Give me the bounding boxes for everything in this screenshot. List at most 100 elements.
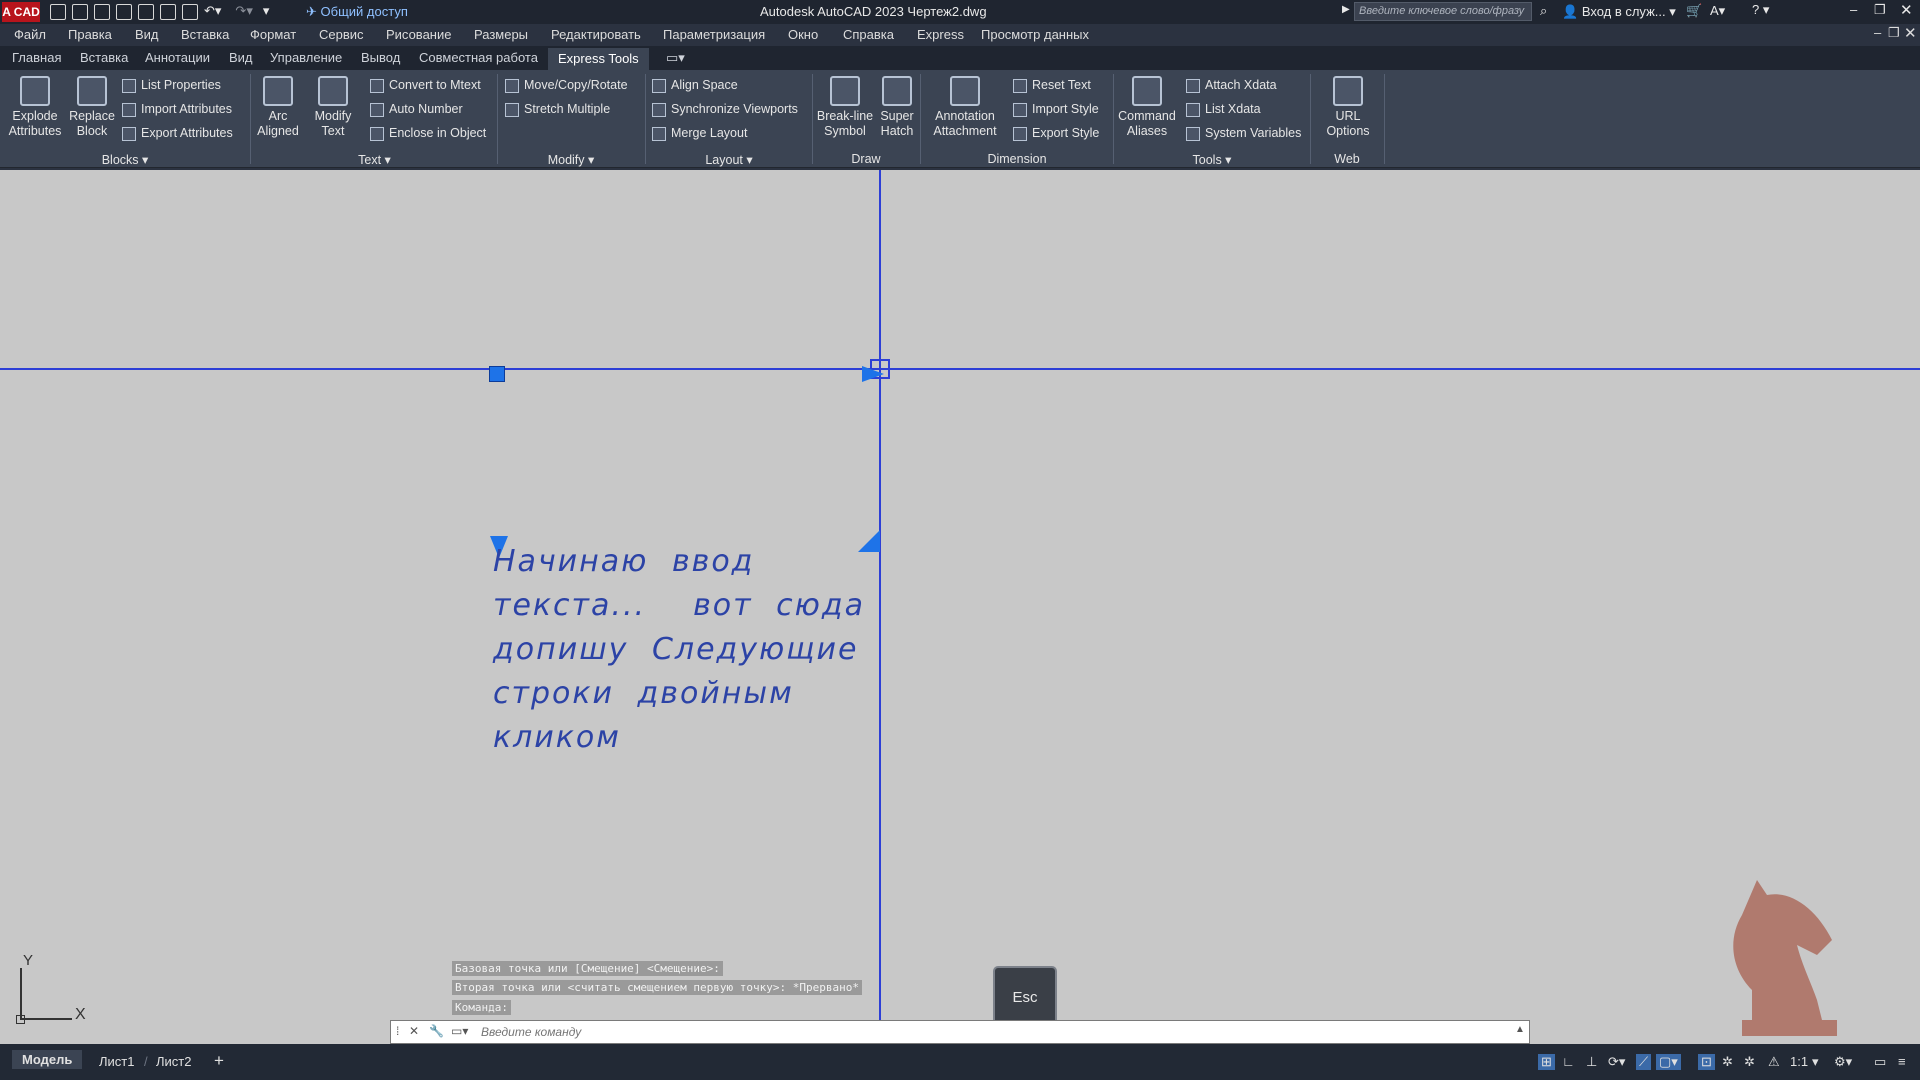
tab-layout1[interactable]: Лист1	[99, 1054, 134, 1069]
minimize-window-icon[interactable]: –	[1850, 2, 1857, 17]
arc-aligned-button[interactable]: Arc Aligned	[254, 76, 302, 139]
tab-express-tools[interactable]: Express Tools	[548, 48, 649, 70]
tab-home[interactable]: Главная	[12, 50, 61, 65]
search-expand-icon[interactable]: ▶	[1342, 4, 1350, 15]
command-line-close-icon[interactable]: ✕	[409, 1024, 419, 1038]
command-line-expand-icon[interactable]: ▲	[1515, 1024, 1525, 1035]
command-input[interactable]	[481, 1023, 1481, 1041]
publish-icon[interactable]	[138, 3, 154, 20]
sign-in-button[interactable]: 👤 Вход в служ... ▾	[1562, 4, 1676, 20]
menu-format[interactable]: Формат	[250, 27, 296, 42]
menu-file[interactable]: Файл	[14, 27, 46, 42]
break-line-symbol-button[interactable]: Break-line Symbol	[814, 76, 876, 139]
text-panel-title[interactable]: Text ▾	[252, 152, 497, 167]
close-window-icon[interactable]: ✕	[1900, 1, 1913, 19]
open-icon[interactable]	[72, 3, 88, 20]
annotation-scale-value[interactable]: 1:1	[1790, 1054, 1808, 1069]
menu-data-view[interactable]: Просмотр данных	[981, 27, 1089, 42]
object-snap-tracking-icon[interactable]: ⊡	[1698, 1054, 1715, 1070]
menu-edit[interactable]: Правка	[68, 27, 112, 42]
convert-to-mtext-button[interactable]: Convert to Mtext	[370, 76, 481, 94]
object-snap-icon[interactable]: ▢▾	[1656, 1054, 1681, 1070]
tab-annotate[interactable]: Аннотации	[145, 50, 210, 65]
menu-help[interactable]: Справка	[843, 27, 894, 42]
menu-modify[interactable]: Редактировать	[551, 27, 641, 42]
mtext-width-grip-arrow[interactable]	[862, 366, 884, 382]
plot-icon[interactable]	[160, 3, 176, 20]
menu-parametric[interactable]: Параметризация	[663, 27, 765, 42]
ribbon-display-toggle-icon[interactable]: ▭▾	[666, 50, 685, 66]
new-icon[interactable]	[50, 3, 66, 20]
menu-view[interactable]: Вид	[135, 27, 159, 42]
mtext-grip-square[interactable]	[489, 366, 505, 382]
modify-panel-title[interactable]: Modify ▾	[498, 152, 644, 167]
isodraft-icon[interactable]: ⟋	[1636, 1054, 1652, 1070]
menu-draw[interactable]: Рисование	[386, 27, 451, 42]
doc-restore-icon[interactable]: ❐	[1888, 25, 1900, 41]
export-style-button[interactable]: Export Style	[1013, 124, 1099, 142]
polar-tracking-icon[interactable]: ⟳▾	[1608, 1054, 1625, 1070]
tab-manage[interactable]: Управление	[270, 50, 342, 65]
merge-layout-button[interactable]: Merge Layout	[652, 124, 747, 142]
align-space-button[interactable]: Align Space	[652, 76, 738, 94]
tab-layout2[interactable]: Лист2	[156, 1054, 191, 1069]
menu-dimension[interactable]: Размеры	[474, 27, 528, 42]
command-line-customize-icon[interactable]: 🔧	[429, 1024, 444, 1038]
menu-express[interactable]: Express	[917, 27, 964, 42]
autoscale-icon[interactable]: ✲	[1744, 1054, 1755, 1070]
tab-output[interactable]: Вывод	[361, 50, 400, 65]
snap-mode-icon[interactable]: ∟	[1562, 1054, 1575, 1069]
share-button[interactable]: ✈ Общий доступ	[306, 4, 408, 20]
drawing-canvas[interactable]: Начинаю ввод текста... вот сюда допишу С…	[0, 170, 1920, 1044]
modify-text-button[interactable]: Modify Text	[308, 76, 358, 139]
cart-icon[interactable]: 🛒	[1686, 3, 1702, 19]
qat-dropdown-icon[interactable]: ▾	[263, 3, 270, 18]
help-icon[interactable]: ? ▾	[1752, 2, 1769, 18]
annotation-visibility-icon[interactable]: ✲	[1722, 1054, 1733, 1070]
doc-minimize-icon[interactable]: –	[1874, 25, 1881, 40]
super-hatch-button[interactable]: Super Hatch	[876, 76, 918, 139]
workspace-settings-icon[interactable]: ⚙▾	[1834, 1054, 1852, 1070]
application-menu-button[interactable]: A CAD	[2, 2, 40, 22]
restore-window-icon[interactable]: ❐	[1874, 2, 1886, 18]
customization-menu-icon[interactable]: ≡	[1898, 1054, 1906, 1069]
tab-collaborate[interactable]: Совместная работа	[419, 50, 538, 65]
save-as-icon[interactable]	[116, 3, 132, 20]
explode-attributes-button[interactable]: Explode Attributes	[6, 76, 64, 139]
url-options-button[interactable]: URL Options	[1318, 76, 1378, 139]
enclose-in-object-button[interactable]: Enclose in Object	[370, 124, 486, 142]
menu-window[interactable]: Окно	[788, 27, 818, 42]
tab-insert[interactable]: Вставка	[80, 50, 128, 65]
search-input[interactable]: Введите ключевое слово/фразу	[1354, 2, 1532, 21]
recent-commands-icon[interactable]: ▭▾	[451, 1024, 468, 1038]
menu-insert[interactable]: Вставка	[181, 27, 229, 42]
export-attributes-button[interactable]: Export Attributes	[122, 124, 233, 142]
list-xdata-button[interactable]: List Xdata	[1186, 100, 1261, 118]
mtext-content[interactable]: Начинаю ввод текста... вот сюда допишу С…	[493, 540, 878, 760]
auto-number-button[interactable]: Auto Number	[370, 100, 463, 118]
synchronize-viewports-button[interactable]: Synchronize Viewports	[652, 100, 798, 118]
move-copy-rotate-button[interactable]: Move/Copy/Rotate	[505, 76, 628, 94]
tab-view[interactable]: Вид	[229, 50, 253, 65]
ortho-mode-icon[interactable]: ⊥	[1586, 1054, 1597, 1070]
save-icon[interactable]	[94, 3, 110, 20]
scale-dropdown-icon[interactable]: ▾	[1812, 1054, 1819, 1070]
command-line-grip-icon[interactable]: ⁞	[396, 1024, 399, 1038]
reset-text-button[interactable]: Reset Text	[1013, 76, 1091, 94]
attach-xdata-button[interactable]: Attach Xdata	[1186, 76, 1277, 94]
grid-toggle-icon[interactable]: ⊞	[1538, 1054, 1555, 1070]
print-icon[interactable]	[182, 3, 198, 20]
command-aliases-button[interactable]: Command Aliases	[1116, 76, 1178, 139]
list-properties-button[interactable]: List Properties	[122, 76, 221, 94]
import-attributes-button[interactable]: Import Attributes	[122, 100, 232, 118]
annotation-attachment-button[interactable]: Annotation Attachment	[928, 76, 1002, 139]
tab-model[interactable]: Модель	[12, 1050, 83, 1069]
menu-tools[interactable]: Сервис	[319, 27, 364, 42]
undo-icon[interactable]: ↶▾	[204, 3, 221, 18]
replace-block-button[interactable]: Replace Block	[66, 76, 118, 139]
blocks-panel-title[interactable]: Blocks ▾	[0, 152, 250, 167]
tools-panel-title[interactable]: Tools ▾	[1114, 152, 1310, 167]
add-layout-icon[interactable]: +	[214, 1051, 224, 1071]
autodesk-app-icon[interactable]: A▾	[1710, 3, 1725, 19]
redo-icon[interactable]: ↷▾	[235, 3, 252, 18]
